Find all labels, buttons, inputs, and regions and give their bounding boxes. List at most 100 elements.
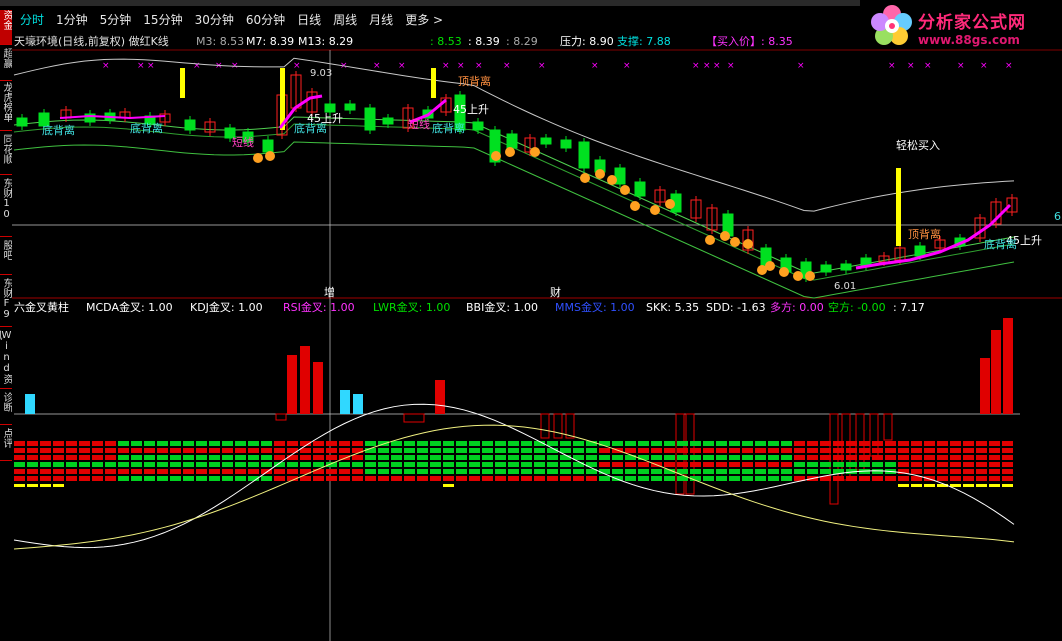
signal-grid-cell: [131, 455, 142, 460]
tab-more[interactable]: 更多 >: [399, 10, 449, 30]
orange-signal-dot: [620, 185, 630, 195]
signal-grid-cell: [53, 448, 64, 453]
tab-60min[interactable]: 60分钟: [240, 10, 291, 30]
signal-grid-cell: [586, 469, 597, 474]
signal-grid-cell: [742, 441, 753, 446]
yellow-strip-cell: [1002, 484, 1013, 487]
ma-line-1: [13, 116, 1015, 274]
signal-grid-cell: [625, 455, 636, 460]
sidebar-item-guba[interactable]: 股吧: [0, 240, 12, 275]
oscillator-line-yellow: [13, 424, 1015, 550]
signal-grid-cell: [534, 462, 545, 467]
yellow-strip-cell: [27, 484, 38, 487]
signal-grid-cell: [716, 469, 727, 474]
sidebar-item-dongcaif9[interactable]: 东财F9: [0, 278, 12, 327]
signal-grid-cell: [157, 469, 168, 474]
signal-grid-cell: [261, 455, 272, 460]
signal-grid-cell: [703, 469, 714, 474]
signal-grid-cell: [235, 476, 246, 481]
orange-signal-dot: [580, 173, 590, 183]
signal-grid-cell: [157, 462, 168, 467]
candle-body: [402, 107, 414, 129]
signal-grid-cell: [521, 455, 532, 460]
signal-grid-cell: [27, 469, 38, 474]
signal-grid-cell: [846, 448, 857, 453]
sidebar-item-zhenduan[interactable]: 诊断: [0, 392, 12, 425]
orange-signal-dot: [779, 267, 789, 277]
sidebar-item-longhubang[interactable]: 龙虎榜单: [0, 82, 12, 131]
signal-grid-cell: [482, 469, 493, 474]
orange-signal-dot: [720, 231, 730, 241]
tab-daily[interactable]: 日线: [291, 10, 327, 30]
tab-fenshi[interactable]: 分时: [14, 10, 50, 30]
signal-grid-cell: [885, 462, 896, 467]
signal-grid-cell: [508, 476, 519, 481]
tab-1min[interactable]: 1分钟: [50, 10, 94, 30]
signal-cross-marker: ×: [442, 61, 450, 71]
signal-grid-cell: [131, 448, 142, 453]
orange-signal-dot: [705, 235, 715, 245]
signal-grid-cell: [794, 448, 805, 453]
signal-grid-cell: [664, 469, 675, 474]
signal-grid-cell: [781, 462, 792, 467]
signal-grid-cell: [820, 469, 831, 474]
signal-grid-cell: [1002, 462, 1013, 467]
signal-grid-cell: [313, 448, 324, 453]
signal-grid-cell: [274, 476, 285, 481]
signal-grid-cell: [53, 441, 64, 446]
signal-grid-cell: [898, 441, 909, 446]
signal-grid-cell: [716, 476, 727, 481]
signal-grid-cell: [365, 476, 376, 481]
signal-cross-marker: ×: [231, 61, 239, 71]
signal-grid-cell: [248, 441, 259, 446]
signal-grid-cell: [651, 455, 662, 460]
signal-grid-cell: [326, 448, 337, 453]
signal-grid-cell: [469, 476, 480, 481]
tab-15min[interactable]: 15分钟: [137, 10, 188, 30]
signal-grid-cell: [248, 448, 259, 453]
signal-grid-cell: [339, 462, 350, 467]
signal-grid-cell: [352, 455, 363, 460]
signal-grid-cell: [79, 448, 90, 453]
tab-monthly[interactable]: 月线: [363, 10, 399, 30]
sidebar-item-dianping[interactable]: 点评: [0, 428, 12, 461]
tab-5min[interactable]: 5分钟: [94, 10, 138, 30]
signal-grid-cell: [677, 462, 688, 467]
cai-marker-label: 财: [550, 285, 561, 299]
line1-value: : 8.53: [430, 35, 462, 48]
rsi-cross: RSI金叉: 1.00: [283, 301, 355, 314]
sidebar-item-wind[interactable]: Wind资讯: [0, 330, 12, 389]
sidebar-item-dongcai10[interactable]: 东财10: [0, 178, 12, 237]
signal-grid-cell: [950, 462, 961, 467]
candle-body: [290, 74, 302, 109]
signal-grid-cell: [781, 476, 792, 481]
signal-grid-cell: [872, 469, 883, 474]
signal-grid-cell: [872, 476, 883, 481]
orange-signal-dot: [757, 265, 767, 275]
signal-grid-cell: [157, 455, 168, 460]
signal-cross-marker: ×: [398, 61, 406, 71]
candle-body: [540, 137, 552, 145]
signal-grid-cell: [664, 448, 675, 453]
orange-signal-dot: [730, 237, 740, 247]
kline-chart-canvas[interactable]: × × × × × × × × × × × × × × × × × × × × × × × × × × × ×9.03顶背离底背离 底背…: [0, 0, 1062, 641]
signal-grid-cell: [963, 469, 974, 474]
sidebar-item-chaoying[interactable]: 超赢: [0, 48, 12, 81]
ma3-value: M3: 8.53: [196, 35, 245, 48]
signal-grid-cell: [105, 448, 116, 453]
tab-30min[interactable]: 30分钟: [189, 10, 240, 30]
signal-grid-cell: [963, 476, 974, 481]
tab-weekly[interactable]: 周线: [327, 10, 363, 30]
signal-grid-cell: [144, 448, 155, 453]
signal-grid-cell: [794, 462, 805, 467]
signal-grid-cell: [638, 476, 649, 481]
signal-grid-cell: [66, 462, 77, 467]
red-histogram-bar: [991, 330, 1001, 414]
signal-cross-marker: ×: [538, 61, 546, 71]
signal-grid-cell: [66, 469, 77, 474]
magenta-trend-line: [59, 114, 166, 120]
signal-grid-cell: [664, 462, 675, 467]
sidebar-item-zijin[interactable]: 资金: [0, 10, 12, 45]
sidebar-item-tonghuashun[interactable]: 同花顺: [0, 134, 12, 175]
bbi-cross: BBI金叉: 1.00: [466, 301, 539, 314]
